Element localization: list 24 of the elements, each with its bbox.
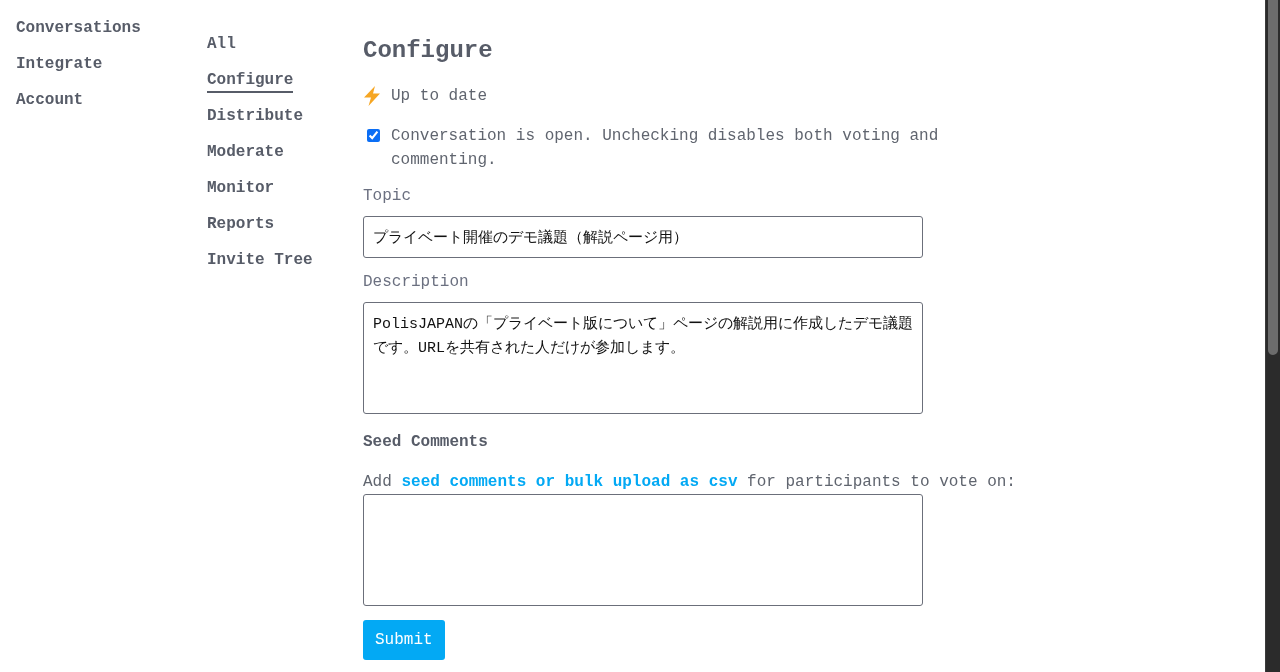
field-label: Description xyxy=(363,272,469,292)
status-text: Up to date xyxy=(391,86,487,106)
tab-link[interactable]: Monitor xyxy=(207,178,275,201)
text-area[interactable] xyxy=(363,494,923,606)
field-label: Topic xyxy=(363,186,411,206)
tab-link[interactable]: Moderate xyxy=(207,142,284,165)
text-area[interactable]: PolisJAPANの「プライベート版について」ページの解説用に作成したデモ議題です。URLを共有された人だけが参加します。 xyxy=(363,302,923,414)
tab-link[interactable]: Configure xyxy=(207,70,294,93)
scrollbar[interactable] xyxy=(1265,0,1280,672)
tab-link[interactable]: All xyxy=(207,34,236,57)
checkbox[interactable] xyxy=(367,129,380,142)
tab-link[interactable]: Invite Tree xyxy=(207,250,313,273)
tab-link[interactable]: Distribute xyxy=(207,106,303,129)
instruction-text: Add seed comments or bulk upload as csv for participants to vote on: xyxy=(363,472,1016,492)
tab-link[interactable]: Reports xyxy=(207,214,275,237)
section-heading: Seed Comments xyxy=(363,432,488,452)
nav-link[interactable]: Integrate xyxy=(16,46,103,82)
lightning-icon xyxy=(363,86,381,106)
nav-link[interactable]: Account xyxy=(16,82,84,118)
page-title: Configure xyxy=(363,36,493,66)
input-field[interactable]: プライベート開催のデモ議題（解説ページ用） xyxy=(363,216,923,258)
nav-link[interactable]: Conversations xyxy=(16,10,141,46)
scrollbar-thumb[interactable] xyxy=(1268,0,1278,355)
checkbox-label: Conversation is open. Unchecking disables both voting and commenting. xyxy=(391,126,940,171)
